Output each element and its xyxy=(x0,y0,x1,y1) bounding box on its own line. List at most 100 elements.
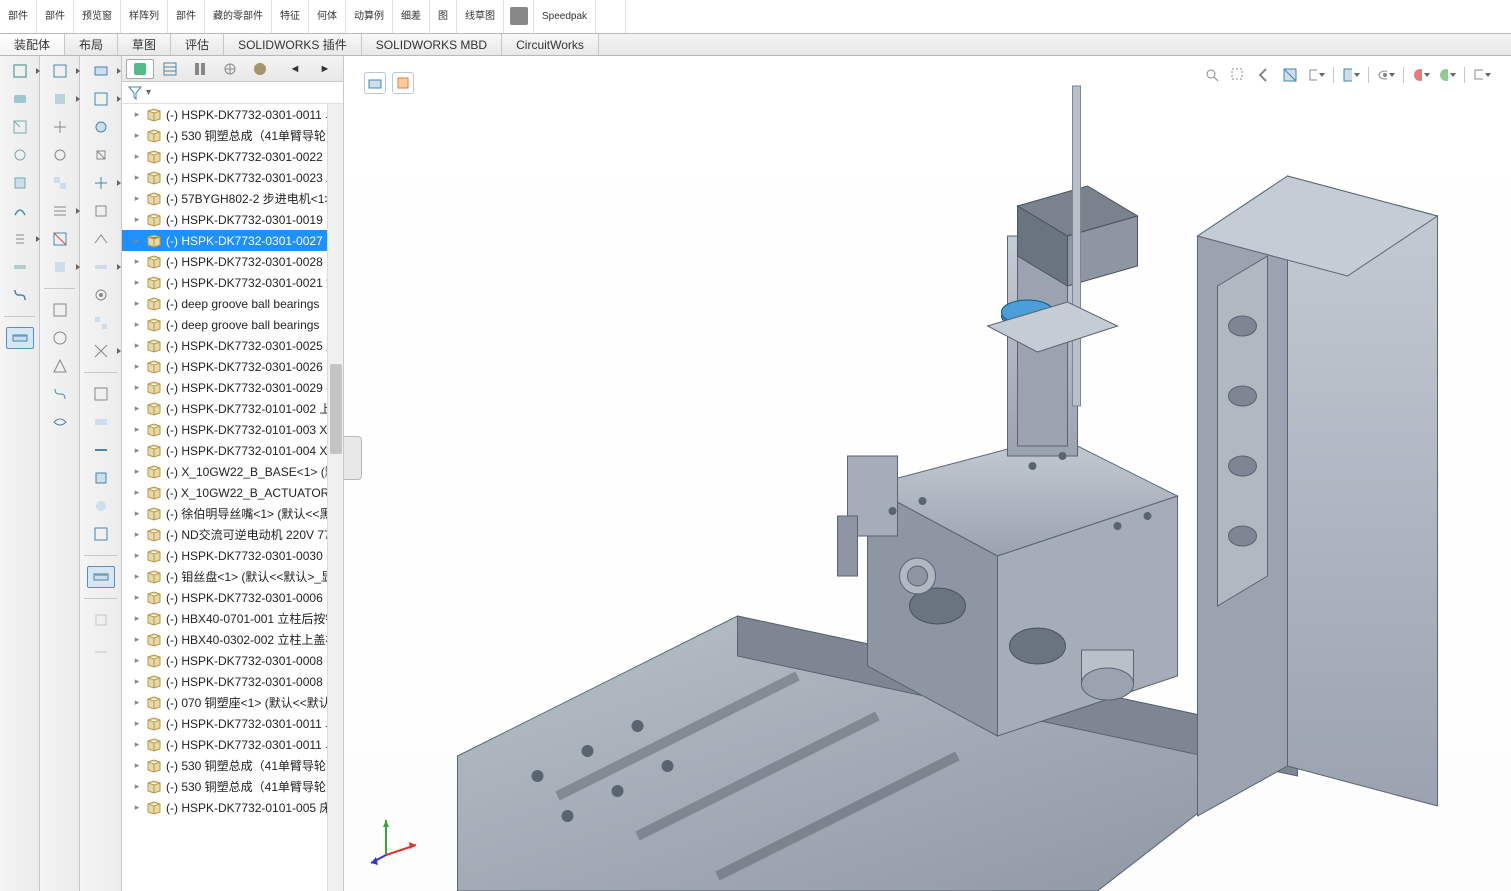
fm-tree-item[interactable]: ▸(-) HSPK-DK7732-0301-0006 xyxy=(122,587,343,608)
fm-tree-item[interactable]: ▸(-) HSPK-DK7732-0101-002 上 xyxy=(122,398,343,419)
fm-tree-item[interactable]: ▸(-) HSPK-DK7732-0301-0027 刃 xyxy=(122,230,343,251)
expand-icon[interactable]: ▸ xyxy=(132,362,142,372)
expand-icon[interactable]: ▸ xyxy=(132,656,142,666)
expand-icon[interactable]: ▸ xyxy=(132,740,142,750)
expand-icon[interactable]: ▸ xyxy=(132,194,142,204)
tool-icon[interactable] xyxy=(87,439,115,461)
expand-icon[interactable]: ▸ xyxy=(132,131,142,141)
tool-icon[interactable] xyxy=(46,327,74,349)
tool-icon[interactable] xyxy=(87,256,115,278)
tool-icon[interactable] xyxy=(87,495,115,517)
expand-icon[interactable]: ▸ xyxy=(132,236,142,246)
ribbon-item[interactable]: 何体 xyxy=(309,0,346,33)
fm-tree-item[interactable]: ▸(-) 530 铜塑总成（41单臂导轮） xyxy=(122,755,343,776)
tool-icon[interactable] xyxy=(46,116,74,138)
tool-icon[interactable] xyxy=(87,523,115,545)
tab-solidworks-mbd[interactable]: SOLIDWORKS MBD xyxy=(362,34,502,55)
expand-icon[interactable]: ▸ xyxy=(132,572,142,582)
tool-icon[interactable] xyxy=(87,144,115,166)
tool-icon[interactable] xyxy=(87,411,115,433)
tool-icon[interactable] xyxy=(6,116,34,138)
tool-icon[interactable] xyxy=(87,284,115,306)
fm-tree-item[interactable]: ▸(-) HBX40-0701-001 立柱后按键 xyxy=(122,608,343,629)
fm-tree-item[interactable]: ▸(-) HSPK-DK7732-0301-0022 xyxy=(122,146,343,167)
ribbon-item[interactable]: 部件 xyxy=(37,0,74,33)
fm-tab-dimxpert-icon[interactable] xyxy=(216,59,244,79)
orientation-triad-icon[interactable] xyxy=(366,805,426,865)
tool-icon[interactable] xyxy=(6,144,34,166)
tab-evaluate[interactable]: 评估 xyxy=(171,34,224,55)
tool-icon[interactable] xyxy=(87,609,115,631)
fm-tree-item[interactable]: ▸(-) deep groove ball bearings xyxy=(122,314,343,335)
measure-tool-icon[interactable] xyxy=(87,566,115,588)
tool-icon[interactable] xyxy=(87,88,115,110)
tool-icon[interactable] xyxy=(46,172,74,194)
expand-icon[interactable]: ▸ xyxy=(132,677,142,687)
expand-icon[interactable]: ▸ xyxy=(132,530,142,540)
fm-tree-item[interactable]: ▸(-) deep groove ball bearings xyxy=(122,293,343,314)
ribbon-item[interactable]: 部件 xyxy=(168,0,205,33)
tool-icon[interactable] xyxy=(46,383,74,405)
ribbon-item[interactable]: 图 xyxy=(430,0,457,33)
tool-icon[interactable] xyxy=(87,312,115,334)
scroll-thumb[interactable] xyxy=(330,364,342,454)
fm-tree-item[interactable]: ▸(-) ND交流可逆电动机 220V 77 xyxy=(122,524,343,545)
tab-sketch[interactable]: 草图 xyxy=(118,34,171,55)
fm-tab-display-icon[interactable] xyxy=(246,59,274,79)
fm-tree-item[interactable]: ▸(-) HSPK-DK7732-0301-0008 xyxy=(122,650,343,671)
fm-tree-item[interactable]: ▸(-) HSPK-DK7732-0301-0028 丶 xyxy=(122,251,343,272)
tool-icon[interactable] xyxy=(46,144,74,166)
fm-tree-item[interactable]: ▸(-) HBX40-0302-002 立柱上盖板 xyxy=(122,629,343,650)
expand-icon[interactable]: ▸ xyxy=(132,782,142,792)
fm-tree-item[interactable]: ▸(-) 57BYGH802-2 步进电机<1> xyxy=(122,188,343,209)
fm-tree-item[interactable]: ▸(-) X_10GW22_B_ACTUATOR<1 xyxy=(122,482,343,503)
tool-icon[interactable] xyxy=(46,299,74,321)
expand-icon[interactable]: ▸ xyxy=(132,761,142,771)
tool-icon[interactable] xyxy=(46,355,74,377)
ribbon-item[interactable]: 特征 xyxy=(272,0,309,33)
ribbon-item[interactable]: 线草图 xyxy=(457,0,504,33)
tool-icon[interactable] xyxy=(87,228,115,250)
tool-icon[interactable] xyxy=(6,228,34,250)
fm-scrollbar[interactable] xyxy=(327,104,343,891)
measure-tool-icon[interactable] xyxy=(6,327,34,349)
fm-tree-item[interactable]: ▸(-) HSPK-DK7732-0301-0011 单 xyxy=(122,713,343,734)
tool-icon[interactable] xyxy=(6,88,34,110)
fm-tree-item[interactable]: ▸(-) HSPK-DK7732-0301-0021 鈤 xyxy=(122,272,343,293)
expand-icon[interactable]: ▸ xyxy=(132,467,142,477)
expand-icon[interactable]: ▸ xyxy=(132,299,142,309)
tool-icon[interactable] xyxy=(87,383,115,405)
tool-icon[interactable] xyxy=(46,228,74,250)
expand-icon[interactable]: ▸ xyxy=(132,341,142,351)
tool-icon[interactable] xyxy=(87,637,115,659)
expand-icon[interactable]: ▸ xyxy=(132,215,142,225)
ribbon-item[interactable] xyxy=(596,0,626,33)
expand-icon[interactable]: ▸ xyxy=(132,698,142,708)
tab-layout[interactable]: 布局 xyxy=(65,34,118,55)
tool-icon[interactable] xyxy=(87,467,115,489)
tool-icon[interactable] xyxy=(87,172,115,194)
fm-tree-item[interactable]: ▸(-) 530 铜塑总成（41单臂导轮） xyxy=(122,125,343,146)
expand-icon[interactable]: ▸ xyxy=(132,257,142,267)
nav-prev-icon[interactable]: ◄ xyxy=(281,59,309,79)
expand-icon[interactable]: ▸ xyxy=(132,635,142,645)
expand-icon[interactable]: ▸ xyxy=(132,383,142,393)
fm-tree-item[interactable]: ▸(-) HSPK-DK7732-0301-0011 单 xyxy=(122,734,343,755)
tab-solidworks-addins[interactable]: SOLIDWORKS 插件 xyxy=(224,34,362,55)
fm-tree-item[interactable]: ▸(-) HSPK-DK7732-0301-0030 xyxy=(122,545,343,566)
ribbon-item[interactable]: 预览窗 xyxy=(74,0,121,33)
expand-icon[interactable]: ▸ xyxy=(132,719,142,729)
tool-icon[interactable] xyxy=(46,60,74,82)
fm-tree-item[interactable]: ▸(-) HSPK-DK7732-0301-0025 厈 xyxy=(122,335,343,356)
expand-icon[interactable]: ▸ xyxy=(132,614,142,624)
tool-icon[interactable] xyxy=(46,88,74,110)
fm-tab-config-icon[interactable] xyxy=(186,59,214,79)
fm-tree-item[interactable]: ▸(-) HSPK-DK7732-0301-0029 軎 xyxy=(122,377,343,398)
tool-icon[interactable] xyxy=(87,116,115,138)
ribbon-item[interactable]: 样阵列 xyxy=(121,0,168,33)
expand-icon[interactable]: ▸ xyxy=(132,404,142,414)
fm-tab-tree-icon[interactable] xyxy=(126,59,154,79)
tool-icon[interactable] xyxy=(6,200,34,222)
expand-icon[interactable]: ▸ xyxy=(132,278,142,288)
expand-icon[interactable]: ▸ xyxy=(132,488,142,498)
